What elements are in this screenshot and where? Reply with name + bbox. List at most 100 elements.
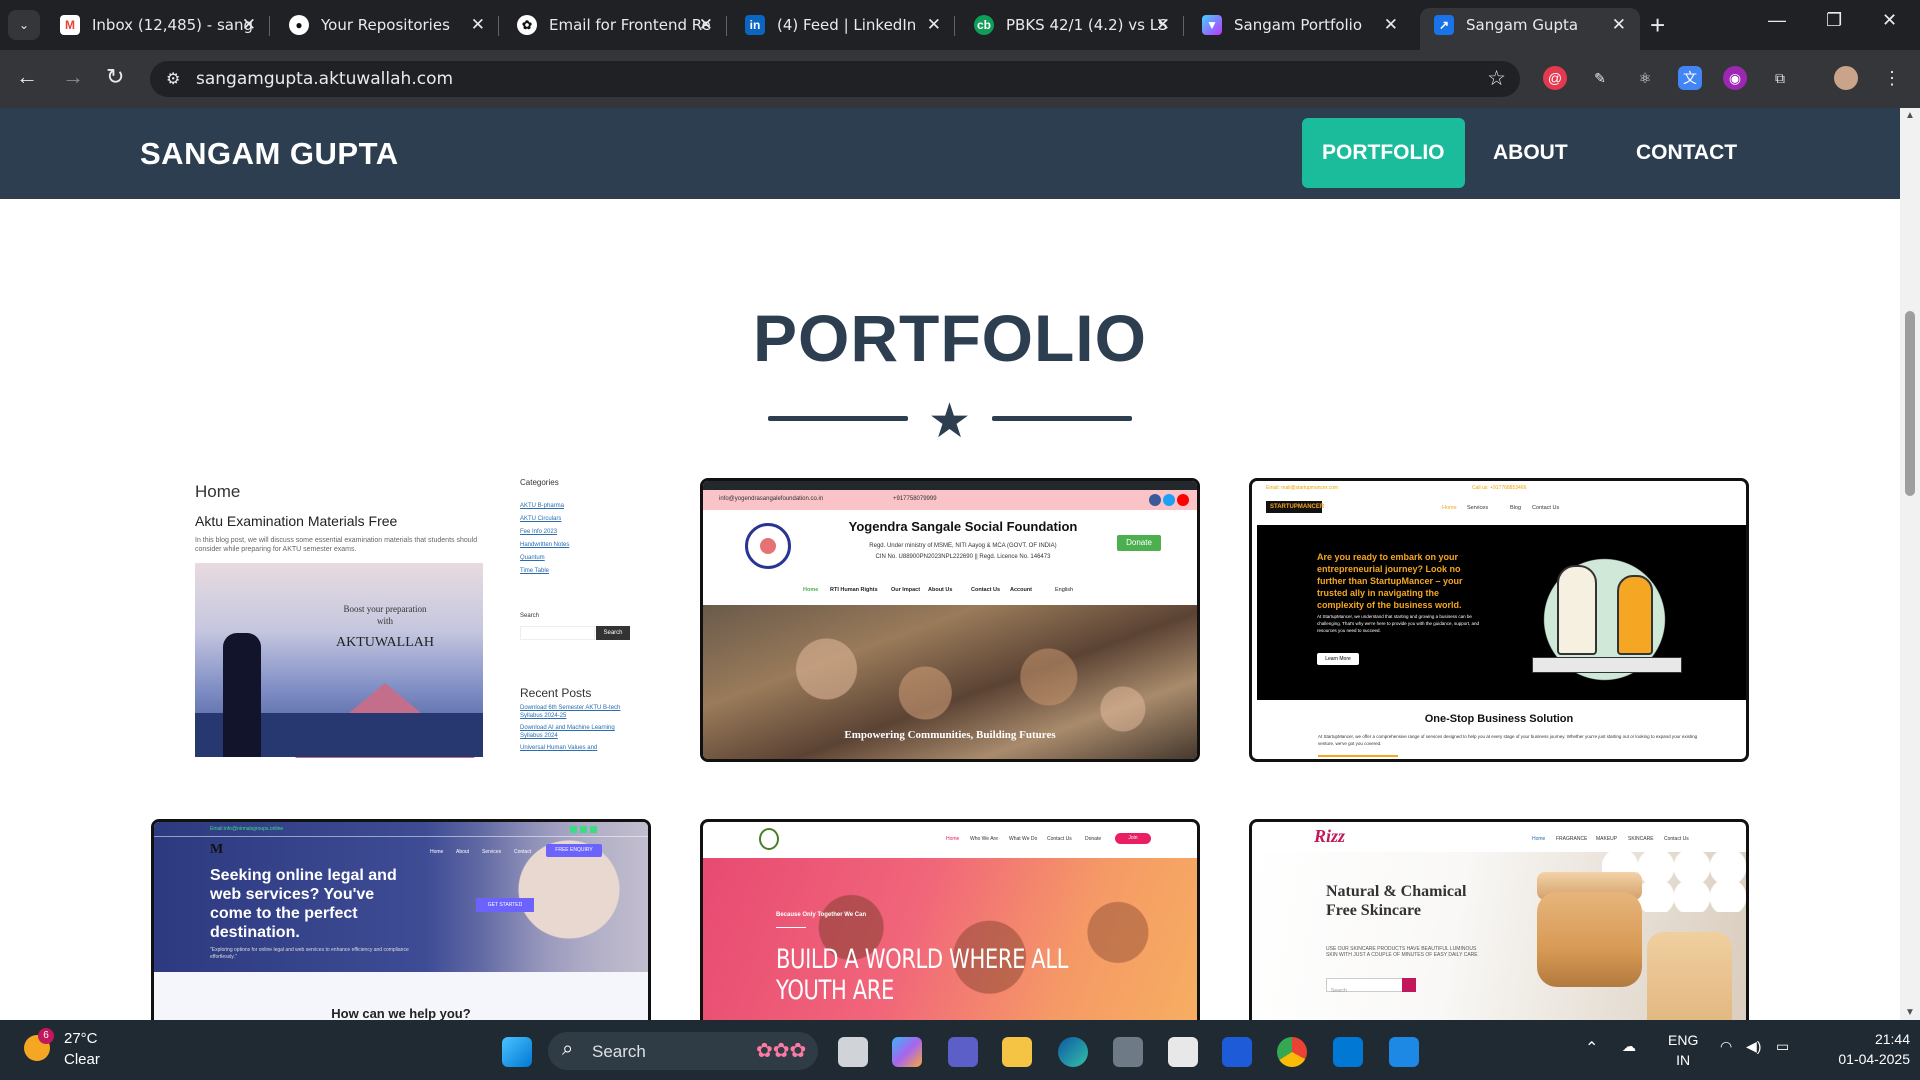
portfolio-card-legal[interactable]: Email:info@nirmalsgroups.online M Home A… xyxy=(151,819,651,1020)
startup-nav-item: Contact Us xyxy=(1532,505,1560,511)
edge-icon[interactable] xyxy=(1058,1037,1088,1067)
tab-linkedin[interactable]: in (4) Feed | LinkedIn ✕ xyxy=(731,8,955,42)
portfolio-card-rizz[interactable]: Rizz Home FRAGRANCE MAKEUP SKINCARE Cont… xyxy=(1249,819,1749,1020)
wifi-icon[interactable]: ◠ xyxy=(1720,1038,1732,1055)
url-text[interactable]: sangamgupta.aktuwallah.com xyxy=(196,69,453,89)
extensions-puzzle-icon[interactable]: ⧉ xyxy=(1768,66,1792,90)
blog-post-title: Aktu Examination Materials Free xyxy=(195,513,398,529)
task-view-icon[interactable] xyxy=(838,1037,868,1067)
extension-icon[interactable]: ◉ xyxy=(1723,66,1747,90)
microsoft-store-icon[interactable] xyxy=(1168,1037,1198,1067)
search-placeholder: Search xyxy=(1331,988,1347,994)
close-tab-icon[interactable]: ✕ xyxy=(927,15,941,35)
site-brand[interactable]: SANGAM GUPTA xyxy=(140,136,399,172)
portfolio-card-startupmancer[interactable]: Email: mail@startupmancer.com Call us: +… xyxy=(1249,478,1749,762)
divider-line xyxy=(768,416,908,421)
close-window-icon[interactable]: ✕ xyxy=(1882,10,1897,31)
rizz-nav-item: Home xyxy=(1532,836,1546,842)
copilot-icon[interactable] xyxy=(892,1037,922,1067)
tab-cricbuzz[interactable]: cb PBKS 42/1 (4.2) vs LS ✕ xyxy=(960,8,1184,42)
portfolio-card-aktuwallah[interactable]: Home Aktu Examination Materials Free In … xyxy=(140,478,640,762)
nav-portfolio[interactable]: PORTFOLIO xyxy=(1302,118,1465,188)
windows-start-icon[interactable] xyxy=(502,1037,532,1067)
taskbar-clock[interactable]: 21:44 01-04-2025 xyxy=(1820,1029,1910,1069)
back-icon[interactable]: ← xyxy=(16,64,38,90)
app-icon[interactable] xyxy=(1113,1037,1143,1067)
close-tab-icon[interactable]: ✕ xyxy=(699,15,713,35)
app-icon[interactable] xyxy=(1222,1037,1252,1067)
kicker-underline xyxy=(776,927,806,928)
scrollbar-thumb[interactable] xyxy=(1905,311,1915,496)
portfolio-card-youth[interactable]: Home Who We Are What We Do Contact Us Do… xyxy=(700,819,1200,1020)
close-tab-icon[interactable]: ✕ xyxy=(1612,15,1626,35)
battery-icon[interactable]: ▭ xyxy=(1776,1038,1789,1055)
nav-about[interactable]: ABOUT xyxy=(1473,118,1588,188)
minimize-icon[interactable]: — xyxy=(1768,10,1786,31)
hero-brand-text: AKTUWALLAH xyxy=(336,635,434,650)
registration-line: CIN No. U88900PN2023NPL222690 || Regd. L… xyxy=(875,554,1051,560)
instagram-icon xyxy=(590,826,597,833)
language-indicator[interactable]: ENG IN xyxy=(1668,1030,1698,1070)
tab-gmail[interactable]: M Inbox (12,485) - sang ✕ xyxy=(46,8,270,42)
weather-temperature[interactable]: 27°C xyxy=(64,1030,98,1047)
address-bar[interactable]: ⚙ sangamgupta.aktuwallah.com ☆ xyxy=(150,61,1520,97)
youth-headline: BUILD A WORLD WHERE ALL YOUTH ARE xyxy=(776,944,1069,1006)
tab-sangam-gupta[interactable]: ↗ Sangam Gupta ✕ xyxy=(1420,8,1640,50)
close-tab-icon[interactable]: ✕ xyxy=(471,15,485,35)
site-info-icon[interactable]: ⚙ xyxy=(166,69,180,89)
taskbar-search-label: Search xyxy=(592,1042,646,1061)
tab-strip: ⌄ M Inbox (12,485) - sang ✕ ● Your Repos… xyxy=(0,0,1920,50)
search-icon: ⌕ xyxy=(562,1038,574,1060)
rizz-headline: Natural & Chamical Free Skincare xyxy=(1326,883,1467,919)
translate-icon[interactable]: 文 xyxy=(1678,66,1702,90)
taskbar-search[interactable]: ⌕ Search ✿✿✿ xyxy=(548,1032,818,1070)
startup-headline: Are you ready to embark on your entrepre… xyxy=(1317,552,1463,610)
startup-section-title: One-Stop Business Solution xyxy=(1424,713,1574,725)
close-tab-icon[interactable]: ✕ xyxy=(1384,15,1398,35)
rizz-search-button xyxy=(1402,978,1416,992)
bookmark-star-icon[interactable]: ☆ xyxy=(1487,66,1506,91)
linkedin-icon: in xyxy=(745,15,765,35)
nav-contact[interactable]: CONTACT xyxy=(1616,118,1757,188)
page-scrollbar[interactable]: ▲ ▼ xyxy=(1900,108,1920,1020)
close-tab-icon[interactable]: ✕ xyxy=(1156,15,1170,35)
foundation-menu-item: About Us xyxy=(928,587,953,593)
header-rule xyxy=(154,836,648,837)
close-tab-icon[interactable]: ✕ xyxy=(242,15,256,35)
hero-tagline: Boost your preparation with xyxy=(315,603,455,627)
tray-overflow-icon[interactable]: ⌃ xyxy=(1585,1038,1598,1058)
react-devtools-icon[interactable]: ⚛ xyxy=(1633,66,1657,90)
profile-avatar[interactable] xyxy=(1834,66,1858,90)
reload-icon[interactable]: ↻ xyxy=(106,64,124,90)
restore-icon[interactable]: ❐ xyxy=(1826,10,1842,31)
extension-icon[interactable]: @ xyxy=(1543,66,1567,90)
file-explorer-icon[interactable] xyxy=(1002,1037,1032,1067)
tab-sangam-portfolio[interactable]: ▼ Sangam Portfolio ✕ xyxy=(1188,8,1412,42)
notepad-icon[interactable] xyxy=(1389,1037,1419,1067)
startup-subtext: At StartupMancer, we understand that sta… xyxy=(1317,614,1479,633)
network-alert-icon[interactable]: ☁ xyxy=(1622,1038,1636,1055)
tab-search-button[interactable]: ⌄ xyxy=(8,10,40,40)
weather-condition[interactable]: Clear xyxy=(64,1051,100,1068)
startup-logo: STARTUPMANCER xyxy=(1266,501,1324,513)
chrome-icon[interactable] xyxy=(1277,1037,1307,1067)
browser-menu-icon[interactable]: ⋮ xyxy=(1880,66,1904,90)
illustration-desk xyxy=(1532,657,1682,673)
color-picker-icon[interactable]: ✎ xyxy=(1588,66,1612,90)
youth-kicker: Because Only Together We Can xyxy=(776,912,867,918)
recent-posts-heading: Recent Posts xyxy=(520,686,592,700)
illustration-man xyxy=(1557,565,1597,655)
portfolio-card-foundation[interactable]: info@yogendrasangalefoundation.co.in +91… xyxy=(700,478,1200,762)
legal-email: Email:info@nirmalsgroups.online xyxy=(210,826,284,832)
weather-badge: 6 xyxy=(38,1028,54,1044)
teams-icon[interactable] xyxy=(948,1037,978,1067)
scroll-up-icon[interactable]: ▲ xyxy=(1905,110,1915,121)
scroll-down-icon[interactable]: ▼ xyxy=(1905,1007,1915,1018)
tab-openai[interactable]: ✿ Email for Frontend Re ✕ xyxy=(503,8,727,42)
tab-github[interactable]: ● Your Repositories ✕ xyxy=(275,8,499,42)
new-tab-icon[interactable]: + xyxy=(1650,10,1665,41)
forward-icon[interactable]: → xyxy=(62,64,84,90)
vscode-icon[interactable] xyxy=(1333,1037,1363,1067)
rizz-logo: Rizz xyxy=(1314,826,1346,846)
volume-icon[interactable]: ◀) xyxy=(1746,1038,1761,1055)
